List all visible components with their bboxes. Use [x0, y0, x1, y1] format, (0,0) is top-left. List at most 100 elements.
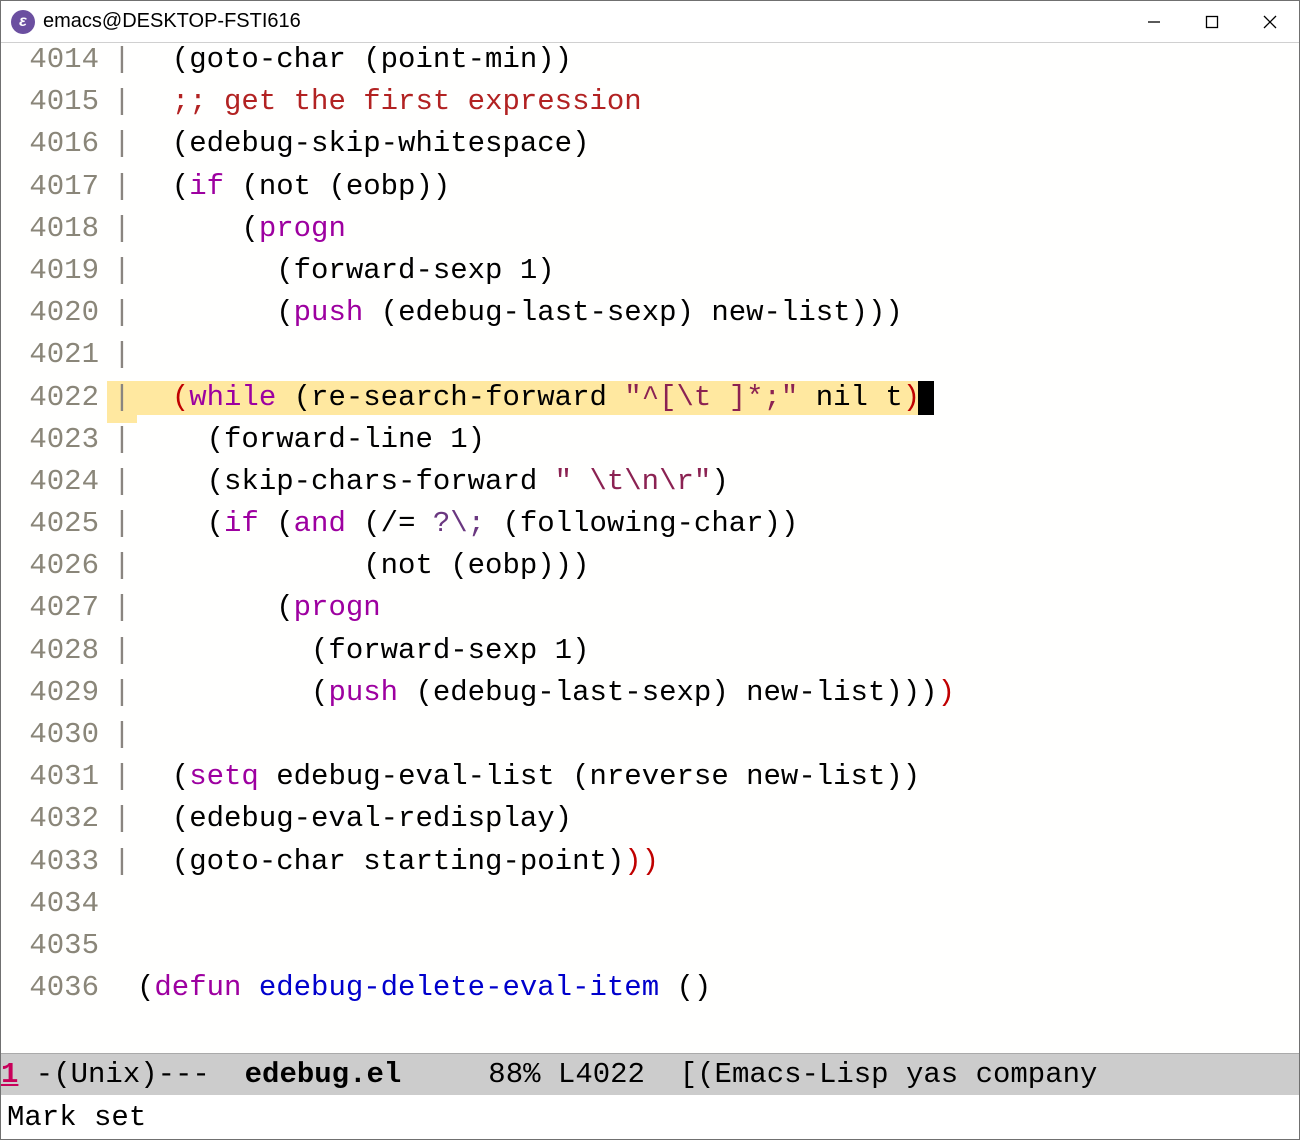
code-content[interactable]: (while (re-search-forward "^[\t ]*;" nil…	[137, 381, 1299, 423]
line-number: 4015	[1, 85, 107, 127]
code-line[interactable]: 4034	[1, 887, 1299, 929]
indent-guide: |	[107, 43, 137, 85]
emacs-window: ε emacs@DESKTOP-FSTI616 4014| (goto-char…	[0, 0, 1300, 1140]
line-number: 4025	[1, 507, 107, 549]
code-content[interactable]: (not (eobp)))	[137, 549, 1299, 591]
code-line[interactable]: 4015| ;; get the first expression	[1, 85, 1299, 127]
line-number: 4021	[1, 338, 107, 380]
code-content[interactable]: (setq edebug-eval-list (nreverse new-lis…	[137, 760, 1299, 802]
close-button[interactable]	[1241, 1, 1299, 42]
code-line[interactable]: 4024| (skip-chars-forward " \t\n\r")	[1, 465, 1299, 507]
code-line[interactable]: 4014| (goto-char (point-min))	[1, 43, 1299, 85]
line-number: 4019	[1, 254, 107, 296]
line-number: 4031	[1, 760, 107, 802]
code-content[interactable]: (push (edebug-last-sexp) new-list)))	[137, 296, 1299, 338]
indent-guide: |	[107, 802, 137, 844]
code-area[interactable]: 4014| (goto-char (point-min))4015| ;; ge…	[1, 43, 1299, 1053]
indent-guide: |	[107, 212, 137, 254]
code-line[interactable]: 4027| (progn	[1, 591, 1299, 633]
indent-guide: |	[107, 296, 137, 338]
indent-guide: |	[107, 760, 137, 802]
code-line[interactable]: 4031| (setq edebug-eval-list (nreverse n…	[1, 760, 1299, 802]
code-line[interactable]: 4028| (forward-sexp 1)	[1, 634, 1299, 676]
code-content[interactable]: (edebug-eval-redisplay)	[137, 802, 1299, 844]
line-number: 4020	[1, 296, 107, 338]
line-number: 4034	[1, 887, 107, 929]
line-number: 4036	[1, 971, 107, 1013]
indent-guide: |	[107, 254, 137, 296]
code-line[interactable]: 4029| (push (edebug-last-sexp) new-list)…	[1, 676, 1299, 718]
line-number: 4022	[1, 381, 107, 423]
code-line[interactable]: 4025| (if (and (/= ?\; (following-char))	[1, 507, 1299, 549]
line-number: 4030	[1, 718, 107, 760]
code-content[interactable]	[137, 929, 1299, 971]
minimize-button[interactable]	[1125, 1, 1183, 42]
modeline-left: -(Unix)---	[18, 1058, 244, 1091]
modeline-buffer-name: edebug.el	[245, 1058, 402, 1091]
line-number: 4023	[1, 423, 107, 465]
code-content[interactable]: (forward-sexp 1)	[137, 254, 1299, 296]
code-content[interactable]: ;; get the first expression	[137, 85, 1299, 127]
code-content[interactable]	[137, 338, 1299, 380]
code-content[interactable]: (skip-chars-forward " \t\n\r")	[137, 465, 1299, 507]
window-controls	[1125, 1, 1299, 42]
line-number: 4016	[1, 127, 107, 169]
code-line[interactable]: 4020| (push (edebug-last-sexp) new-list)…	[1, 296, 1299, 338]
editor: 4014| (goto-char (point-min))4015| ;; ge…	[1, 43, 1299, 1139]
code-content[interactable]: (goto-char starting-point)))	[137, 845, 1299, 887]
line-number: 4026	[1, 549, 107, 591]
code-line[interactable]: 4017| (if (not (eobp))	[1, 170, 1299, 212]
code-line[interactable]: 4016| (edebug-skip-whitespace)	[1, 127, 1299, 169]
window-title: emacs@DESKTOP-FSTI616	[43, 10, 1125, 33]
minibuffer-message: Mark set	[7, 1101, 146, 1134]
code-line[interactable]: 4019| (forward-sexp 1)	[1, 254, 1299, 296]
code-line[interactable]: 4030|	[1, 718, 1299, 760]
code-content[interactable]: (defun edebug-delete-eval-item ()	[137, 971, 1299, 1013]
minibuffer[interactable]: Mark set	[1, 1095, 1299, 1139]
code-line[interactable]: 4021|	[1, 338, 1299, 380]
modeline-info: 88% L4022 [(Emacs-Lisp yas company	[401, 1058, 1097, 1091]
indent-guide: |	[107, 676, 137, 718]
indent-guide: |	[107, 549, 137, 591]
maximize-button[interactable]	[1183, 1, 1241, 42]
code-content[interactable]	[137, 887, 1299, 929]
titlebar[interactable]: ε emacs@DESKTOP-FSTI616	[1, 1, 1299, 43]
code-content[interactable]: (push (edebug-last-sexp) new-list))))	[137, 676, 1299, 718]
line-number: 4027	[1, 591, 107, 633]
code-content[interactable]: (forward-line 1)	[137, 423, 1299, 465]
line-number: 4028	[1, 634, 107, 676]
code-content[interactable]: (if (not (eobp))	[137, 170, 1299, 212]
code-content[interactable]	[137, 718, 1299, 760]
code-line[interactable]: 4018| (progn	[1, 212, 1299, 254]
indent-guide: |	[107, 718, 137, 760]
modeline[interactable]: 1 -(Unix)--- edebug.el 88% L4022 [(Emacs…	[1, 1053, 1299, 1095]
code-content[interactable]: (goto-char (point-min))	[137, 43, 1299, 85]
line-number: 4024	[1, 465, 107, 507]
code-line[interactable]: 4036 (defun edebug-delete-eval-item ()	[1, 971, 1299, 1013]
indent-guide: |	[107, 338, 137, 380]
indent-guide: |	[107, 845, 137, 887]
indent-guide: |	[107, 465, 137, 507]
code-line[interactable]: 4032| (edebug-eval-redisplay)	[1, 802, 1299, 844]
code-content[interactable]: (progn	[137, 591, 1299, 633]
code-line[interactable]: 4035	[1, 929, 1299, 971]
indent-guide: |	[107, 85, 137, 127]
indent-guide: |	[107, 170, 137, 212]
code-content[interactable]: (if (and (/= ?\; (following-char))	[137, 507, 1299, 549]
indent-guide	[107, 929, 137, 971]
modeline-window-number: 1	[1, 1058, 18, 1091]
line-number: 4014	[1, 43, 107, 85]
emacs-app-icon: ε	[11, 10, 35, 34]
code-line[interactable]: 4033| (goto-char starting-point)))	[1, 845, 1299, 887]
indent-guide: |	[107, 634, 137, 676]
code-content[interactable]: (progn	[137, 212, 1299, 254]
code-line[interactable]: 4022| (while (re-search-forward "^[\t ]*…	[1, 381, 1299, 423]
code-content[interactable]: (forward-sexp 1)	[137, 634, 1299, 676]
indent-guide: |	[107, 127, 137, 169]
code-line[interactable]: 4026| (not (eobp)))	[1, 549, 1299, 591]
code-line[interactable]: 4023| (forward-line 1)	[1, 423, 1299, 465]
line-number: 4017	[1, 170, 107, 212]
line-number: 4033	[1, 845, 107, 887]
line-number: 4032	[1, 802, 107, 844]
code-content[interactable]: (edebug-skip-whitespace)	[137, 127, 1299, 169]
